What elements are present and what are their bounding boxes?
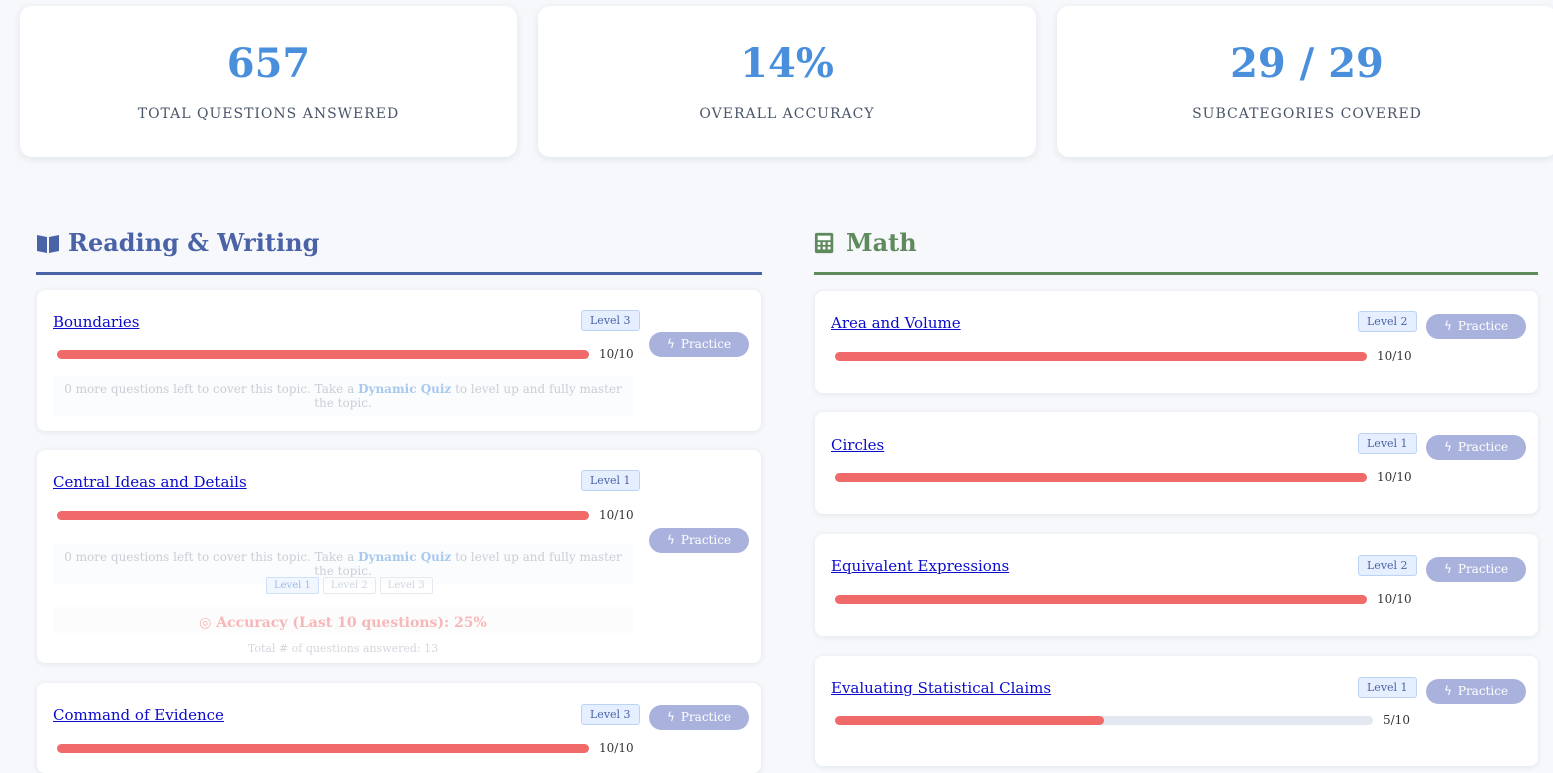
progress-bar bbox=[835, 352, 1367, 361]
level-badge: Level 2 bbox=[1358, 555, 1417, 576]
practice-label: Practice bbox=[680, 710, 732, 724]
topic-card-area-and-volume: Area and Volume Level 2 10/10 ϟ Practice bbox=[815, 291, 1538, 393]
progress-count: 10/10 bbox=[1377, 470, 1412, 484]
note-prefix: 0 more questions left to cover this topi… bbox=[64, 382, 359, 396]
level-tab[interactable]: Level 3 bbox=[379, 577, 433, 594]
level-badge: Level 3 bbox=[581, 704, 640, 725]
practice-label: Practice bbox=[680, 337, 732, 351]
stat-label: OVERALL ACCURACY bbox=[699, 106, 875, 122]
progress-count: 5/10 bbox=[1383, 713, 1410, 727]
level-selector: Level 1 Level 2 Level 3 bbox=[266, 577, 437, 594]
section-header-reading-writing: Reading & Writing bbox=[36, 228, 762, 275]
stat-card-subcategories: 29 / 29 SUBCATEGORIES COVERED bbox=[1057, 6, 1553, 157]
dynamic-quiz-link[interactable]: Dynamic Quiz bbox=[358, 382, 451, 396]
progress-bar bbox=[57, 350, 589, 359]
level-badge: Level 1 bbox=[581, 470, 640, 491]
topic-link[interactable]: Equivalent Expressions bbox=[831, 557, 1009, 575]
practice-button[interactable]: ϟ Practice bbox=[649, 332, 749, 357]
practice-button[interactable]: ϟ Practice bbox=[649, 528, 749, 553]
topic-card-equivalent-expressions: Equivalent Expressions Level 2 10/10 ϟ Pr… bbox=[815, 534, 1538, 636]
note-prefix: 0 more questions left to cover this topi… bbox=[64, 550, 359, 564]
book-open-icon bbox=[37, 235, 59, 253]
practice-label: Practice bbox=[680, 533, 732, 547]
progress-bar bbox=[835, 716, 1373, 725]
section-title: Math bbox=[846, 228, 917, 257]
stat-label: SUBCATEGORIES COVERED bbox=[1192, 106, 1422, 122]
calculator-icon bbox=[814, 232, 834, 254]
dynamic-quiz-link[interactable]: Dynamic Quiz bbox=[358, 550, 451, 564]
progress-fill bbox=[57, 350, 589, 359]
topic-card-circles: Circles Level 1 10/10 ϟ Practice bbox=[815, 412, 1538, 514]
stat-value: 14% bbox=[740, 40, 834, 87]
progress-count: 10/10 bbox=[599, 347, 634, 361]
practice-label: Practice bbox=[1457, 319, 1509, 333]
stat-value: 657 bbox=[226, 40, 311, 87]
progress-fill bbox=[57, 511, 589, 520]
stat-value: 29 / 29 bbox=[1230, 40, 1384, 87]
progress-fill bbox=[835, 595, 1367, 604]
topic-card-boundaries: Boundaries Level 3 10/10 ϟ Practice 0 mor… bbox=[37, 290, 761, 431]
practice-label: Practice bbox=[1457, 684, 1509, 698]
progress-fill bbox=[835, 716, 1104, 725]
practice-label: Practice bbox=[1457, 440, 1509, 454]
progress-fill bbox=[57, 744, 589, 753]
topic-card-evaluating-statistical-claims: Evaluating Statistical Claims Level 1 5/… bbox=[815, 656, 1538, 766]
target-icon: ◎ bbox=[199, 615, 217, 631]
progress-count: 10/10 bbox=[599, 741, 634, 755]
topic-link[interactable]: Evaluating Statistical Claims bbox=[831, 679, 1051, 697]
topic-link[interactable]: Area and Volume bbox=[831, 314, 961, 332]
accuracy-summary: ◎ Accuracy (Last 10 questions): 25% bbox=[53, 607, 633, 633]
section-header-math: Math bbox=[814, 228, 1538, 275]
lightning-icon: ϟ bbox=[666, 710, 675, 724]
lightning-icon: ϟ bbox=[1443, 684, 1452, 698]
lightning-icon: ϟ bbox=[1443, 440, 1452, 454]
topic-link[interactable]: Command of Evidence bbox=[53, 706, 224, 724]
progress-count: 10/10 bbox=[1377, 349, 1412, 363]
progress-count: 10/10 bbox=[1377, 592, 1412, 606]
practice-button[interactable]: ϟ Practice bbox=[649, 705, 749, 730]
progress-count: 10/10 bbox=[599, 508, 634, 522]
progress-bar bbox=[835, 473, 1367, 482]
level-badge: Level 1 bbox=[1358, 677, 1417, 698]
practice-button[interactable]: ϟ Practice bbox=[1426, 679, 1526, 704]
practice-button[interactable]: ϟ Practice bbox=[1426, 435, 1526, 460]
progress-bar bbox=[57, 744, 589, 753]
level-tab[interactable]: Level 1 bbox=[266, 577, 319, 594]
level-tab[interactable]: Level 2 bbox=[322, 577, 376, 594]
progress-fill bbox=[835, 473, 1367, 482]
topic-link[interactable]: Circles bbox=[831, 436, 884, 454]
section-title: Reading & Writing bbox=[68, 228, 320, 257]
stat-card-total-questions: 657 TOTAL QUESTIONS ANSWERED bbox=[20, 6, 517, 157]
practice-label: Practice bbox=[1457, 562, 1509, 576]
topic-card-command-of-evidence: Command of Evidence Level 3 10/10 ϟ Pract… bbox=[37, 683, 761, 773]
lightning-icon: ϟ bbox=[666, 337, 675, 351]
lightning-icon: ϟ bbox=[1443, 562, 1452, 576]
topic-link[interactable]: Central Ideas and Details bbox=[53, 473, 247, 491]
level-badge: Level 2 bbox=[1358, 311, 1417, 332]
progress-bar bbox=[835, 595, 1367, 604]
progress-fill bbox=[835, 352, 1367, 361]
stat-label: TOTAL QUESTIONS ANSWERED bbox=[137, 106, 400, 122]
level-badge: Level 3 bbox=[581, 310, 640, 331]
accuracy-text: Accuracy (Last 10 questions): 25% bbox=[216, 615, 487, 631]
topic-link[interactable]: Boundaries bbox=[53, 313, 139, 331]
practice-button[interactable]: ϟ Practice bbox=[1426, 557, 1526, 582]
level-badge: Level 1 bbox=[1358, 433, 1417, 454]
lightning-icon: ϟ bbox=[666, 533, 675, 547]
lightning-icon: ϟ bbox=[1443, 319, 1452, 333]
practice-button[interactable]: ϟ Practice bbox=[1426, 314, 1526, 339]
coverage-note: 0 more questions left to cover this topi… bbox=[53, 376, 633, 416]
total-answered: Total # of questions answered: 13 bbox=[247, 642, 439, 655]
stat-card-overall-accuracy: 14% OVERALL ACCURACY bbox=[538, 6, 1036, 157]
topic-card-central-ideas: Central Ideas and Details Level 1 10/10 … bbox=[37, 450, 761, 663]
progress-bar bbox=[57, 511, 589, 520]
